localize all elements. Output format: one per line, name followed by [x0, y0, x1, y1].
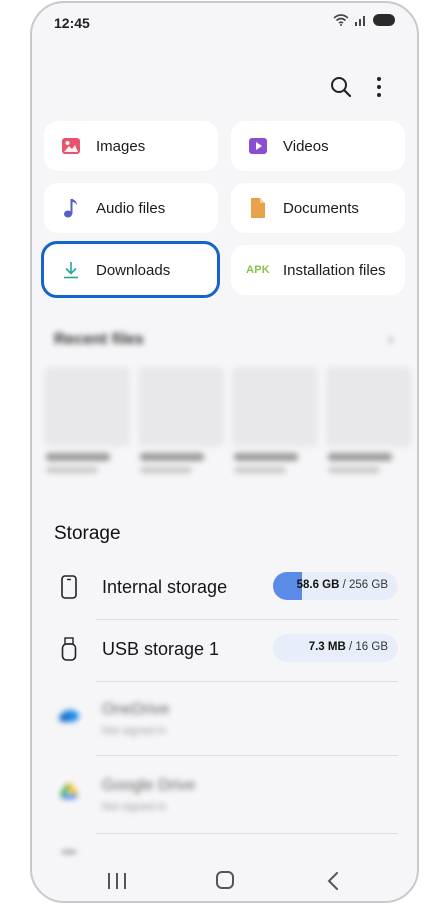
video-icon: [247, 135, 269, 157]
category-label: Downloads: [96, 261, 171, 279]
category-documents[interactable]: Documents: [231, 183, 405, 233]
signal-icon: [355, 16, 365, 26]
category-label: Installation files: [283, 261, 386, 279]
recent-apps-icon[interactable]: [108, 873, 126, 889]
category-label: Documents: [283, 199, 359, 217]
storage-usage-text: 7.3 MB / 16 GB: [308, 641, 388, 653]
category-label: Audio files: [96, 199, 166, 217]
download-icon: [60, 259, 82, 281]
storage-item-usb[interactable]: USB storage 1 7.3 MB / 16 GB: [32, 621, 417, 681]
status-icons: [333, 14, 395, 26]
storage-usage-text: 58.6 GB / 256 GB: [296, 579, 388, 591]
storage-usage-pill: 58.6 GB / 256 GB: [273, 572, 398, 600]
recent-file-thumb[interactable]: [232, 367, 318, 447]
music-note-icon: [60, 197, 82, 219]
recent-files-title: Recent files: [54, 331, 144, 348]
category-installation-files[interactable]: APK Installation files: [231, 245, 405, 295]
cloud-name: Google Drive: [102, 777, 196, 794]
storage-item-internal[interactable]: Internal storage 58.6 GB / 256 GB: [32, 559, 417, 619]
onedrive-icon: [59, 710, 79, 722]
recent-file-caption: [328, 453, 414, 473]
recent-file-caption: [46, 453, 132, 473]
usb-icon: [61, 637, 77, 661]
google-drive-icon: [60, 783, 78, 799]
document-icon: [247, 197, 269, 219]
storage-item-onedrive[interactable]: OneDrive Not signed in: [32, 683, 417, 753]
category-label: Videos: [283, 137, 329, 155]
storage-name: Internal storage: [102, 577, 228, 597]
chevron-right-icon[interactable]: ›: [388, 331, 393, 349]
storage-usage-pill: 7.3 MB / 16 GB: [273, 634, 398, 662]
storage-title: Storage: [54, 523, 121, 544]
wifi-icon: [333, 14, 349, 26]
image-icon: [60, 135, 82, 157]
status-bar: 12:45: [32, 3, 417, 45]
recent-file-caption: [140, 453, 226, 473]
recent-files-section: Recent files ›: [32, 321, 417, 491]
home-icon[interactable]: [216, 871, 234, 889]
recent-file-thumb[interactable]: [326, 367, 412, 447]
cloud-name: OneDrive: [102, 701, 170, 718]
divider: [96, 755, 398, 756]
category-audio-files[interactable]: Audio files: [44, 183, 218, 233]
partial-item-icon: [62, 851, 76, 853]
recent-file-thumb[interactable]: [44, 367, 130, 447]
recent-file-thumb[interactable]: [138, 367, 224, 447]
divider: [96, 833, 398, 834]
category-images[interactable]: Images: [44, 121, 218, 171]
apk-icon: APK: [246, 264, 270, 276]
category-label: Images: [96, 137, 146, 155]
battery-icon: [373, 14, 395, 26]
divider: [96, 681, 398, 682]
more-options-icon[interactable]: [372, 75, 386, 99]
phone-icon: [61, 575, 77, 599]
cloud-subtext: Not signed in: [102, 801, 167, 813]
divider: [96, 619, 398, 620]
storage-item-google-drive[interactable]: Google Drive Not signed in: [32, 759, 417, 829]
navigation-bar: [32, 859, 417, 899]
cloud-subtext: Not signed in: [102, 725, 167, 737]
search-icon[interactable]: [330, 76, 352, 98]
status-time: 12:45: [54, 15, 90, 31]
back-icon[interactable]: [324, 871, 344, 891]
category-videos[interactable]: Videos: [231, 121, 405, 171]
category-downloads[interactable]: Downloads: [44, 245, 218, 295]
phone-frame: 12:45 Images Videos Audio files Document…: [30, 1, 419, 903]
recent-file-caption: [234, 453, 320, 473]
storage-name: USB storage 1: [102, 639, 220, 659]
